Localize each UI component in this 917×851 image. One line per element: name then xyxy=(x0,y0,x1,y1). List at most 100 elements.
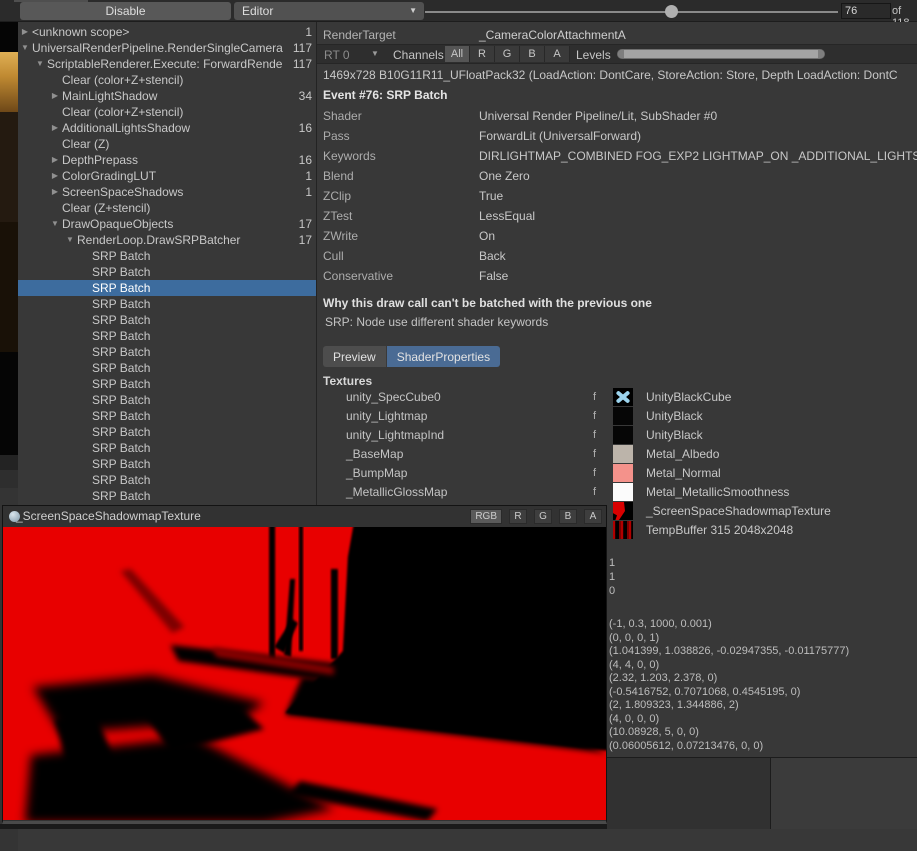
chevron-down-icon: ▼ xyxy=(409,7,417,15)
texture-flag: f xyxy=(593,486,596,498)
tree-row[interactable]: SRP Batch xyxy=(18,488,316,504)
preview-channel-r-button[interactable]: R xyxy=(509,509,527,524)
tree-row-label: SRP Batch xyxy=(92,473,294,487)
tree-row-count: 1 xyxy=(294,25,316,39)
event-slider-handle[interactable] xyxy=(665,5,678,18)
preview-channel-rgb-button[interactable]: RGB xyxy=(470,509,502,524)
shader-state-value: Universal Render Pipeline/Lit, SubShader… xyxy=(479,109,717,123)
tree-row[interactable]: SRP Batch xyxy=(18,264,316,280)
tree-row-count: 17 xyxy=(294,217,316,231)
tree-row-label: SRP Batch xyxy=(92,409,294,423)
disclosure-triangle-icon[interactable]: ▼ xyxy=(18,40,32,56)
rt-index-dropdown[interactable]: RT 0 xyxy=(324,48,350,62)
tree-row[interactable]: SRP Batch xyxy=(18,472,316,488)
vector-values: (-1, 0.3, 1000, 0.001)(0, 0, 0, 1)(1.041… xyxy=(609,618,849,753)
levels-range-slider[interactable] xyxy=(617,49,825,59)
background-panel-edge xyxy=(0,470,18,488)
tab-shader-properties[interactable]: ShaderProperties xyxy=(387,346,500,367)
tree-row-label: DepthPrepass xyxy=(62,153,294,167)
channel-b-button[interactable]: B xyxy=(520,46,545,62)
shader-state-row: BlendOne Zero xyxy=(317,166,917,186)
texture-asset-name: TempBuffer 315 2048x2048 xyxy=(646,523,793,537)
texture-preview-titlebar[interactable]: _ScreenSpaceShadowmapTexture RGBRGBA xyxy=(3,506,606,527)
vector-value: (2, 1.809323, 1.344886, 2) xyxy=(609,699,849,713)
levels-label: Levels xyxy=(576,48,611,62)
background-scene-shade xyxy=(0,222,18,352)
tree-row[interactable]: Clear (color+Z+stencil) xyxy=(18,104,316,120)
tree-row[interactable]: ▶<unknown scope>1 xyxy=(18,24,316,40)
disclosure-triangle-icon[interactable]: ▶ xyxy=(48,120,62,136)
shader-state-value: True xyxy=(479,189,503,203)
texture-property-name: _BumpMap xyxy=(346,466,407,480)
tree-row[interactable]: ▼RenderLoop.DrawSRPBatcher17 xyxy=(18,232,316,248)
texture-row[interactable]: _BumpMapfMetal_Normal xyxy=(317,464,917,483)
tree-row[interactable]: ▶MainLightShadow34 xyxy=(18,88,316,104)
tree-row[interactable]: SRP Batch xyxy=(18,296,316,312)
target-dropdown[interactable]: Editor ▼ xyxy=(234,2,424,20)
vector-value: (0.06005612, 0.07213476, 0, 0) xyxy=(609,740,849,754)
tree-row[interactable]: SRP Batch xyxy=(18,360,316,376)
texture-swatch xyxy=(613,445,633,463)
disclosure-triangle-icon[interactable]: ▶ xyxy=(48,152,62,168)
texture-property-name: unity_SpecCube0 xyxy=(346,390,441,404)
texture-row[interactable]: unity_LightmapfUnityBlack xyxy=(317,407,917,426)
preview-channel-a-button[interactable]: A xyxy=(584,509,602,524)
tree-row[interactable]: SRP Batch xyxy=(18,312,316,328)
tree-row[interactable]: SRP Batch xyxy=(18,392,316,408)
tree-row[interactable]: ▼DrawOpaqueObjects17 xyxy=(18,216,316,232)
texture-row[interactable]: _MetallicGlossMapfMetal_MetallicSmoothne… xyxy=(317,483,917,502)
window-bottom-edge xyxy=(0,824,607,829)
tree-row-label: AdditionalLightsShadow xyxy=(62,121,294,135)
texture-flag: f xyxy=(593,467,596,479)
tree-row[interactable]: SRP Batch xyxy=(18,328,316,344)
tree-row[interactable]: SRP Batch xyxy=(18,440,316,456)
tree-row[interactable]: ▶ColorGradingLUT1 xyxy=(18,168,316,184)
tree-row[interactable]: Clear (Z+stencil) xyxy=(18,200,316,216)
tree-row[interactable]: ▶ScreenSpaceShadows1 xyxy=(18,184,316,200)
disclosure-triangle-icon[interactable]: ▼ xyxy=(33,56,47,72)
tree-row[interactable]: Clear (color+Z+stencil) xyxy=(18,72,316,88)
shader-state-row: ZTestLessEqual xyxy=(317,206,917,226)
channel-all-button[interactable]: All xyxy=(445,46,470,62)
disclosure-triangle-icon[interactable]: ▶ xyxy=(18,24,32,40)
tab-preview[interactable]: Preview xyxy=(323,346,387,367)
disable-button[interactable]: Disable xyxy=(20,2,231,20)
tree-row[interactable]: SRP Batch xyxy=(18,424,316,440)
shader-state-label: ZClip xyxy=(323,189,351,203)
tree-row[interactable]: ▶AdditionalLightsShadow16 xyxy=(18,120,316,136)
bottom-panel-left xyxy=(607,758,770,829)
shader-state-value: ForwardLit (UniversalForward) xyxy=(479,129,641,143)
tree-row[interactable]: SRP Batch xyxy=(18,456,316,472)
texture-swatch xyxy=(613,426,633,444)
tree-row-label: SRP Batch xyxy=(92,281,294,295)
tree-row[interactable]: Clear (Z) xyxy=(18,136,316,152)
disclosure-triangle-icon[interactable]: ▼ xyxy=(48,216,62,232)
disclosure-triangle-icon[interactable]: ▶ xyxy=(48,184,62,200)
tree-row[interactable]: ▼UniversalRenderPipeline.RenderSingleCam… xyxy=(18,40,316,56)
texture-swatch xyxy=(613,464,633,482)
render-target-value[interactable]: _CameraColorAttachmentA xyxy=(479,28,626,42)
channel-r-button[interactable]: R xyxy=(470,46,495,62)
tree-row[interactable]: SRP Batch xyxy=(18,248,316,264)
tree-row[interactable]: ▼ScriptableRenderer.Execute: ForwardRend… xyxy=(18,56,316,72)
tree-row[interactable]: SRP Batch xyxy=(18,376,316,392)
tree-row-label: SRP Batch xyxy=(92,313,294,327)
render-target-info: 1469x728 B10G11R11_UFloatPack32 (LoadAct… xyxy=(323,68,898,82)
preview-channel-b-button[interactable]: B xyxy=(559,509,577,524)
texture-row[interactable]: unity_SpecCube0fUnityBlackCube xyxy=(317,388,917,407)
disclosure-triangle-icon[interactable]: ▼ xyxy=(63,232,77,248)
tree-row[interactable]: ▶DepthPrepass16 xyxy=(18,152,316,168)
channel-g-button[interactable]: G xyxy=(495,46,520,62)
texture-row[interactable]: _BaseMapfMetal_Albedo xyxy=(317,445,917,464)
texture-row[interactable]: unity_LightmapIndfUnityBlack xyxy=(317,426,917,445)
event-slider[interactable] xyxy=(425,5,838,18)
preview-channel-g-button[interactable]: G xyxy=(534,509,552,524)
disclosure-triangle-icon[interactable]: ▶ xyxy=(48,88,62,104)
event-tree[interactable]: ▶<unknown scope>1▼UniversalRenderPipelin… xyxy=(18,22,316,505)
event-index-input[interactable] xyxy=(841,3,891,19)
tree-row[interactable]: SRP Batch xyxy=(18,280,316,296)
tree-row[interactable]: SRP Batch xyxy=(18,344,316,360)
disclosure-triangle-icon[interactable]: ▶ xyxy=(48,168,62,184)
tree-row[interactable]: SRP Batch xyxy=(18,408,316,424)
channel-a-button[interactable]: A xyxy=(545,46,570,62)
